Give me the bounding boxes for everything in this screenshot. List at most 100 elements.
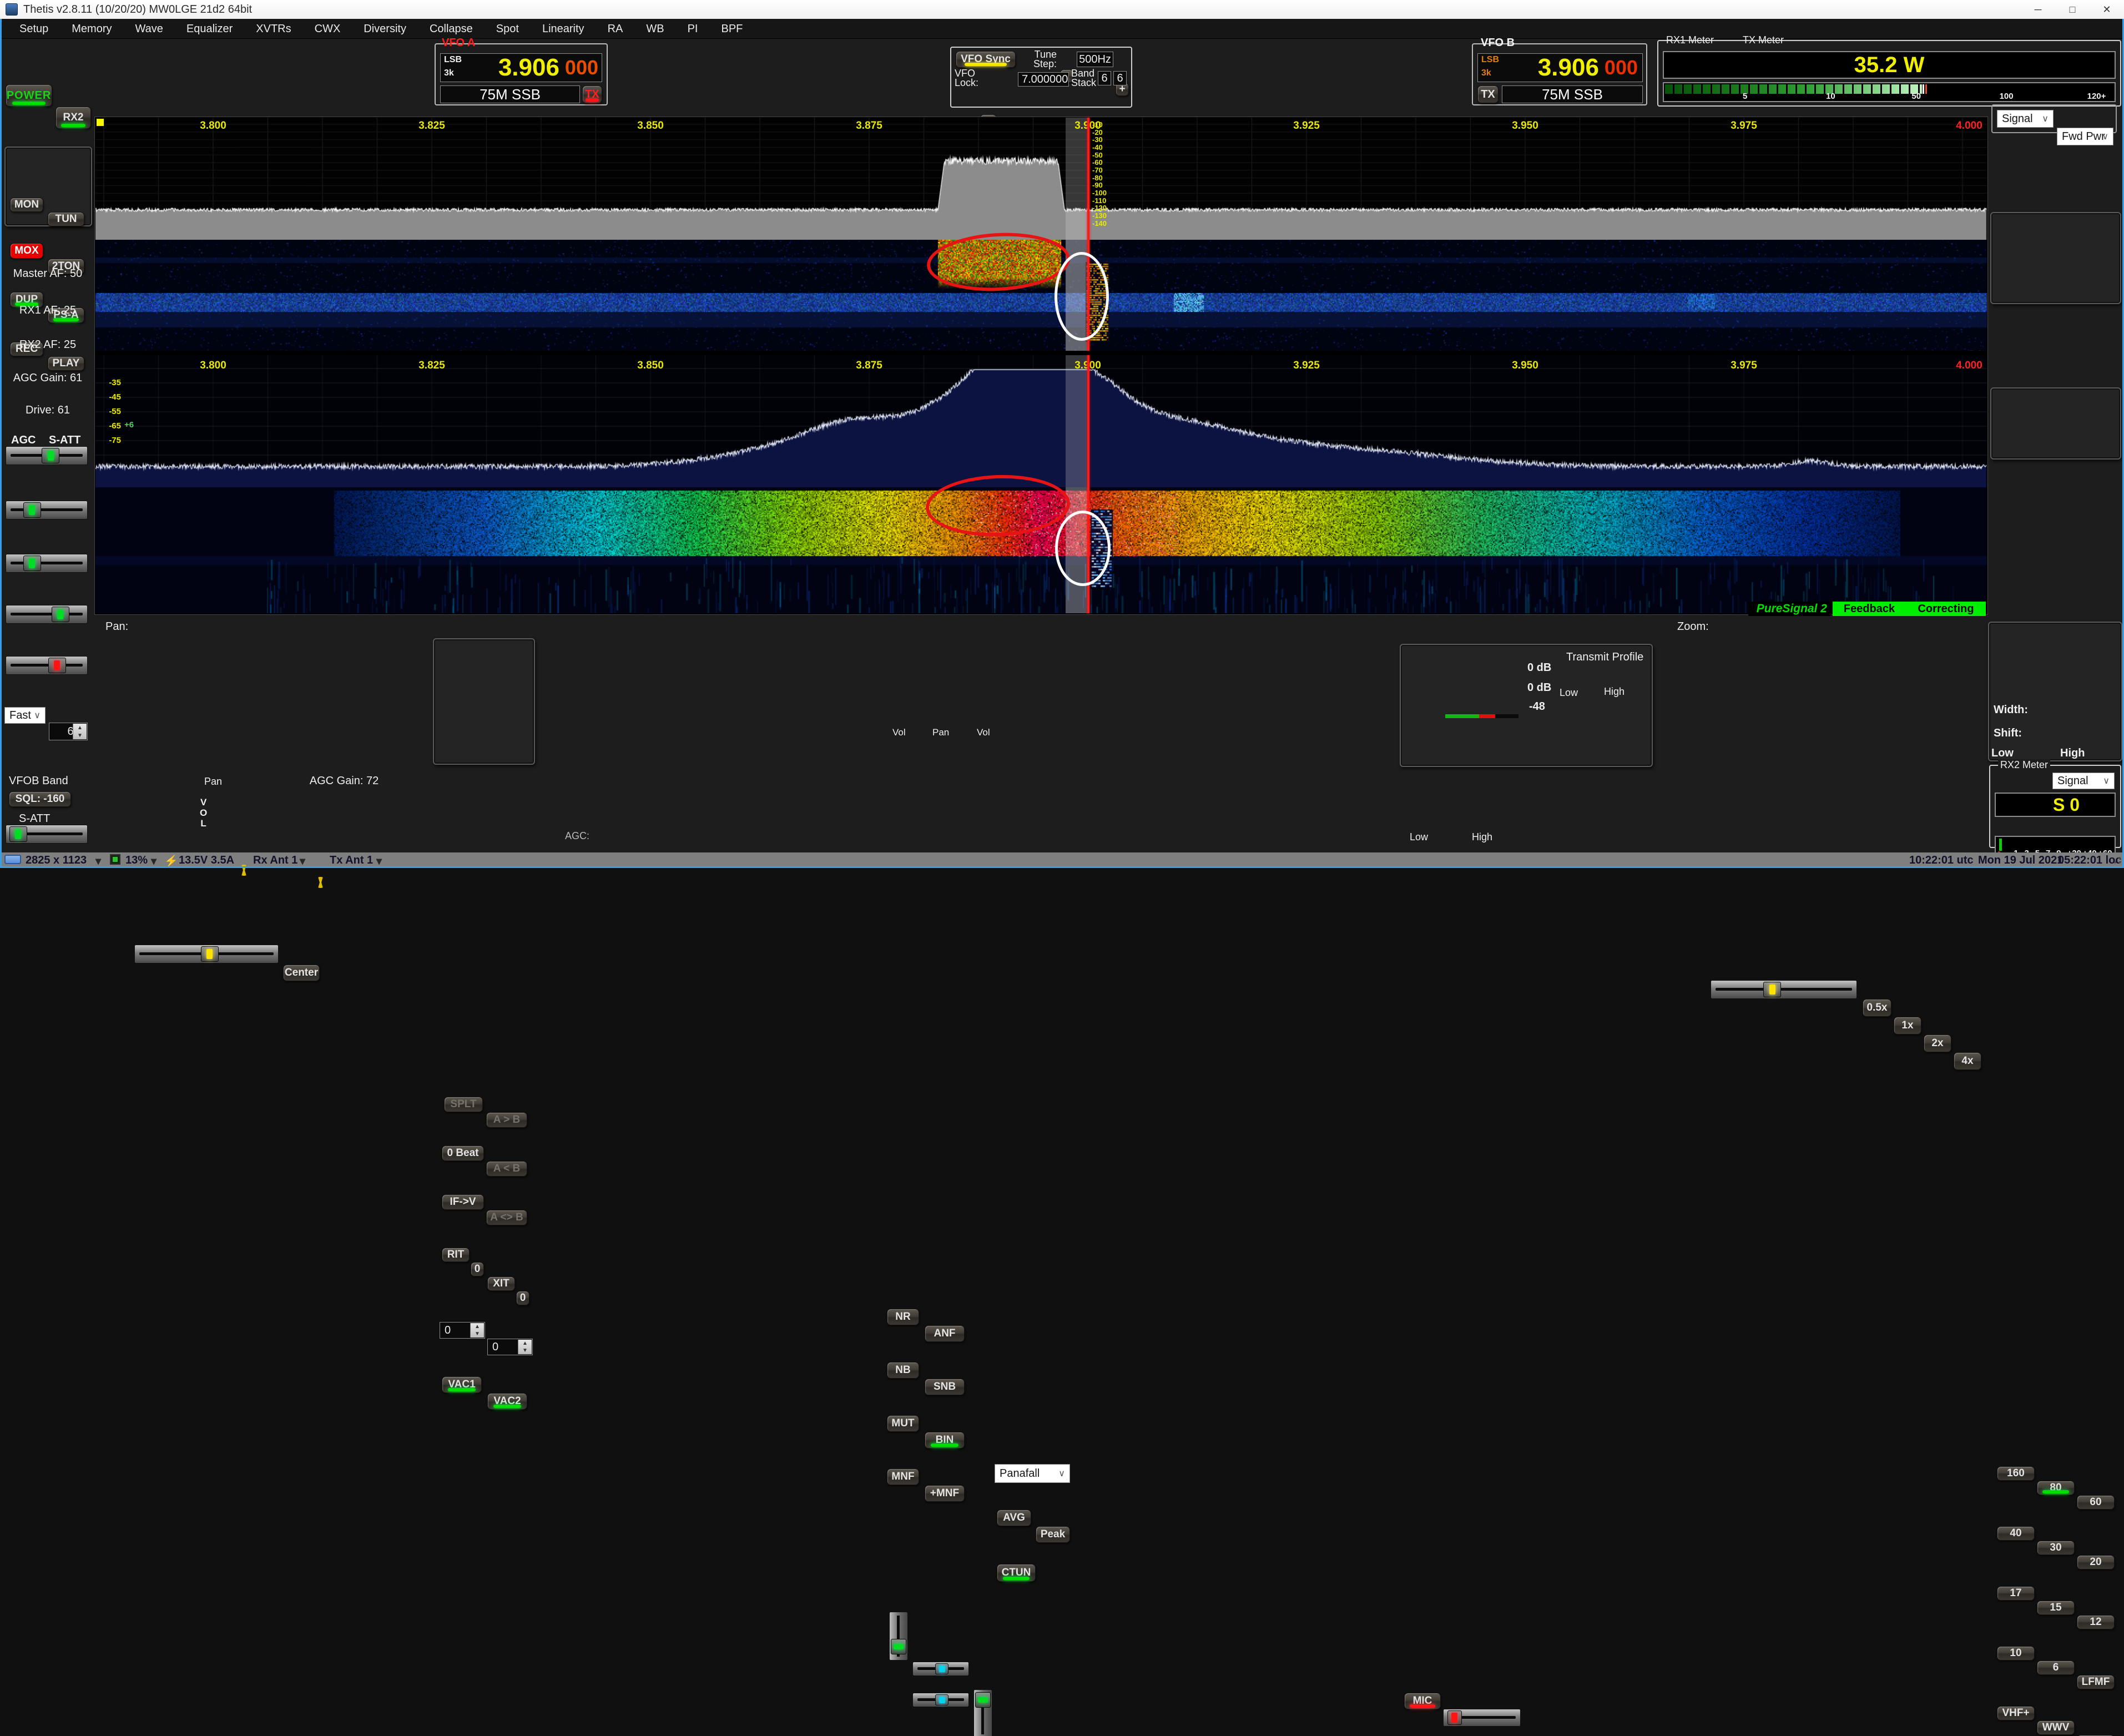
rx1-peak-button[interactable]: Peak (1036, 1526, 1070, 1543)
band-60-button[interactable]: 60 (2077, 1495, 2115, 1510)
band-6-button[interactable]: 6 (2037, 1661, 2075, 1675)
rx1-snb-button[interactable]: SNB (925, 1379, 965, 1395)
satt-stepper[interactable]: 6▲▼ (49, 723, 88, 740)
resize-grip[interactable] (2113, 856, 2121, 864)
rx1-af-slider[interactable] (6, 501, 88, 519)
agc-gain-slider[interactable] (6, 605, 88, 624)
sql-thumb[interactable] (9, 826, 27, 842)
agc-gain-thumb[interactable] (52, 607, 69, 622)
menu-pi[interactable]: PI (676, 19, 710, 39)
menu-collapse[interactable]: Collapse (418, 19, 485, 39)
rx2-af-slider[interactable] (6, 554, 88, 573)
power-button[interactable]: POWER (6, 84, 52, 107)
band-12-button[interactable]: 12 (2077, 1615, 2115, 1629)
pan-thumb[interactable] (201, 946, 219, 962)
frequency-entry-field[interactable]: 7.000000 (1018, 72, 1069, 87)
band-lfmf-button[interactable]: LFMF (2077, 1675, 2115, 1689)
rx1-anf-button[interactable]: ANF (925, 1325, 965, 1342)
maximize-button[interactable]: □ (2055, 0, 2090, 19)
rx2-panadapter[interactable] (95, 355, 1987, 487)
vfo-a-band-text[interactable]: 75M SSB (440, 85, 580, 103)
menu-bpf[interactable]: BPF (709, 19, 754, 39)
zoom-thumb[interactable] (1763, 982, 1781, 997)
tun-button[interactable]: TUN (48, 212, 84, 226)
menu-spot[interactable]: Spot (485, 19, 531, 39)
rx1-vol-slider[interactable] (889, 1612, 908, 1661)
close-button[interactable]: ✕ (2090, 0, 2124, 19)
band-10-button[interactable]: 10 (1997, 1646, 2035, 1661)
rx1-nr-button[interactable]: NR (887, 1309, 919, 1325)
title-bar[interactable]: Thetis v2.8.11 (10/20/20) MW0LGE 21d2 64… (0, 0, 2124, 19)
vac1-button[interactable]: VAC1 (442, 1376, 482, 1393)
status-cpu[interactable]: 13% (125, 854, 148, 867)
xit-stepper[interactable]: 0▲▼ (487, 1339, 533, 1355)
minimize-button[interactable]: ─ (2021, 0, 2055, 19)
menu-ra[interactable]: RA (596, 19, 635, 39)
vfo-a-display[interactable]: LSB 3k 3.906 000 (440, 53, 602, 82)
band-vhf-button[interactable]: VHF+ (1997, 1706, 2035, 1720)
status-rx-ant[interactable]: Rx Ant 1 (253, 854, 297, 867)
mic-button[interactable]: MIC (1404, 1693, 1441, 1709)
vfo-sync-button[interactable]: VFO Sync (956, 51, 1016, 68)
a-to-b-button[interactable]: A > B (486, 1112, 527, 1128)
band-160-button[interactable]: 160 (1997, 1466, 2035, 1481)
band-40-button[interactable]: 40 (1997, 1526, 2035, 1541)
band-wwv-button[interactable]: WWV (2037, 1720, 2075, 1735)
band-swl-button[interactable]: SWL (2077, 1735, 2115, 1736)
rx1-avg-button[interactable]: AVG (997, 1510, 1031, 1526)
rx1-plus-mnf-button[interactable]: +MNF (925, 1485, 965, 1502)
menu-equalizer[interactable]: Equalizer (175, 19, 244, 39)
mox-button[interactable]: MOX (10, 243, 43, 259)
band-17-button[interactable]: 17 (1997, 1586, 2035, 1601)
band-80-button[interactable]: 80 (2037, 1481, 2075, 1495)
if-to-vfo-button[interactable]: IF->V (442, 1194, 484, 1210)
drive-slider[interactable] (6, 656, 88, 675)
zoom-1x-button[interactable]: 1x (1894, 1017, 1921, 1034)
b-to-a-button[interactable]: A < B (486, 1161, 527, 1177)
a-swap-b-button[interactable]: A <> B (486, 1210, 527, 1225)
menu-wave[interactable]: Wave (124, 19, 175, 39)
sql-button[interactable]: SQL: -160 (9, 791, 71, 807)
play-button[interactable]: PLAY (48, 356, 84, 371)
menu-diversity[interactable]: Diversity (352, 19, 418, 39)
mon-button[interactable]: MON (10, 198, 43, 212)
menu-memory[interactable]: Memory (60, 19, 123, 39)
rx1-bin-button[interactable]: BIN (925, 1432, 965, 1449)
rx1-af-thumb[interactable] (23, 502, 41, 518)
rx1-panadapter[interactable] (95, 118, 1987, 240)
rx1-mut-button[interactable]: MUT (887, 1415, 919, 1432)
band-15-button[interactable]: 15 (2037, 1601, 2075, 1615)
rx1-nb-button[interactable]: NB (887, 1362, 919, 1379)
drive-thumb[interactable] (48, 658, 66, 673)
rx1-display-mode-select[interactable]: Panafall∨ (995, 1464, 1070, 1483)
zoom-4x-button[interactable]: 4x (1954, 1052, 1981, 1070)
status-tx-ant[interactable]: Tx Ant 1 (330, 854, 373, 867)
vac2-button[interactable]: VAC2 (487, 1393, 527, 1410)
vfo-b-tx-button[interactable]: TX (1477, 85, 1499, 103)
rit-zero-button[interactable]: 0 (471, 1262, 484, 1276)
sql-slider[interactable] (6, 825, 88, 844)
rx2-af-thumb[interactable] (23, 556, 41, 571)
rx1-meter-select[interactable]: Signal∨ (1997, 110, 2054, 128)
master-af-thumb[interactable] (42, 448, 59, 463)
rx2-button[interactable]: RX2 (56, 107, 91, 129)
rit-button[interactable]: RIT (442, 1248, 470, 1262)
multirx-vol-slider[interactable] (973, 1689, 992, 1736)
rx1-ctun-button[interactable]: CTUN (997, 1564, 1036, 1582)
rx1-pan-slider[interactable] (912, 1662, 969, 1676)
vfo-b-display[interactable]: LSB 3k 3.906 000 (1477, 53, 1643, 82)
rx1-mnf-button[interactable]: MNF (887, 1468, 919, 1485)
menu-cwx[interactable]: CWX (303, 19, 352, 39)
rx2-meter-select[interactable]: Signal∨ (2052, 773, 2115, 789)
tx-meter-select[interactable]: Fwd Pwr∨ (2057, 128, 2113, 145)
vfo-b-band-text[interactable]: 75M SSB (1502, 85, 1643, 103)
menu-linearity[interactable]: Linearity (531, 19, 596, 39)
agc-select[interactable]: Fast∨ (4, 707, 46, 724)
band-30-button[interactable]: 30 (2037, 1541, 2075, 1555)
menu-setup[interactable]: Setup (8, 19, 60, 39)
xit-button[interactable]: XIT (487, 1276, 515, 1291)
mic-gain-slider[interactable] (1443, 1709, 1521, 1727)
center-button[interactable]: Center (283, 965, 320, 981)
split-button[interactable]: SPLT (444, 1097, 483, 1112)
xit-zero-button[interactable]: 0 (516, 1291, 529, 1305)
